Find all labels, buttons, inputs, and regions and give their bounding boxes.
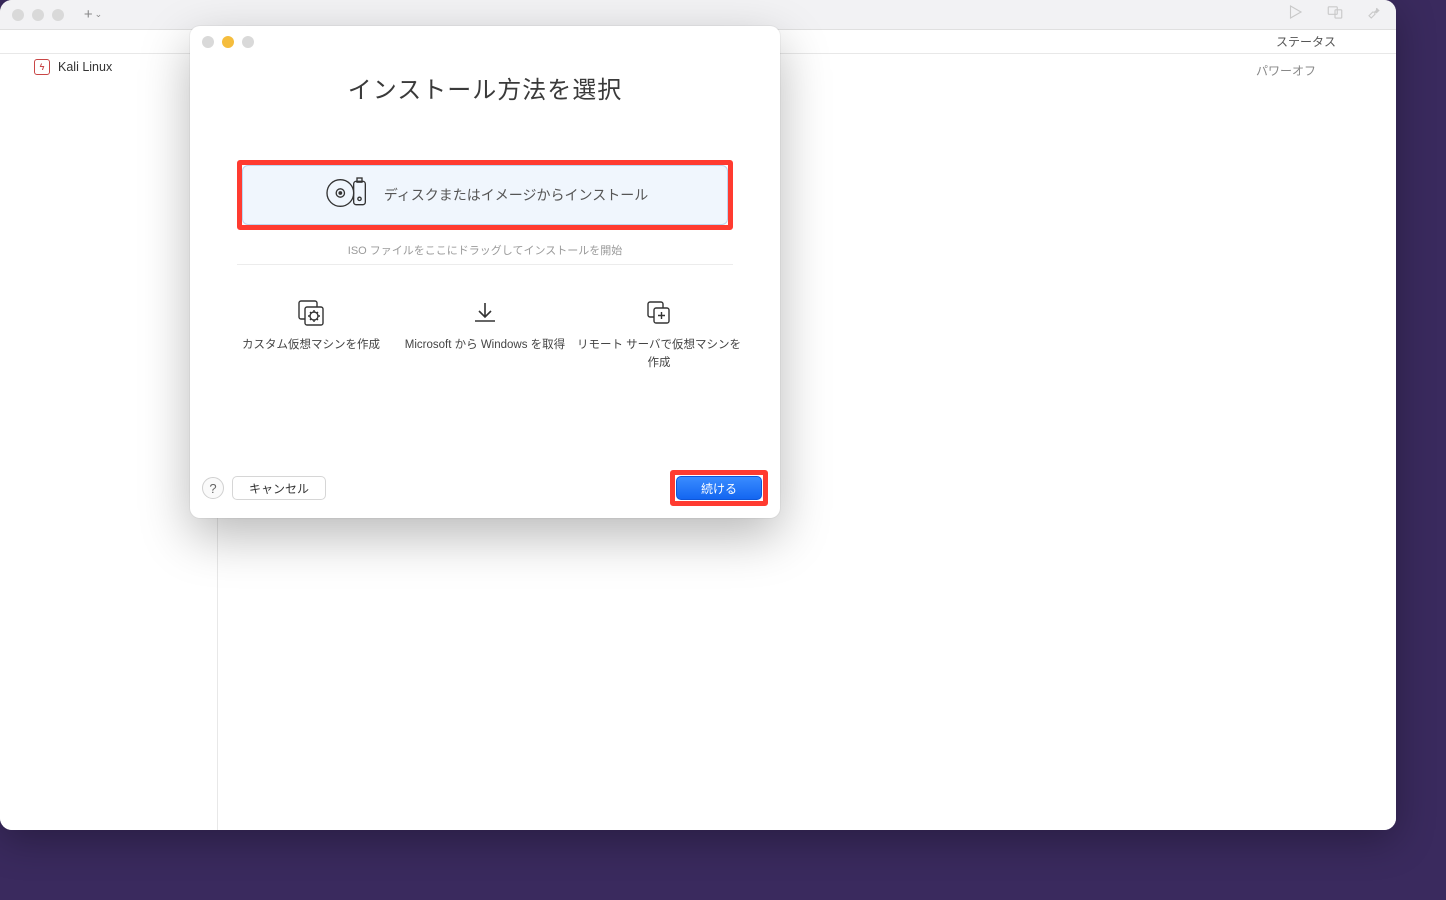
gear-box-icon	[297, 299, 325, 327]
iso-drag-hint: ISO ファイルをここにドラッグしてインストールを開始	[190, 242, 780, 258]
cancel-button[interactable]: キャンセル	[232, 476, 326, 500]
layers-plus-icon	[645, 299, 673, 327]
chevron-down-icon: ⌄	[95, 9, 103, 20]
sheet-traffic-lights[interactable]	[190, 26, 780, 52]
status-column-header[interactable]: ステータス	[1276, 33, 1336, 50]
install-method-sheet: インストール方法を選択 ディスクまたはイメージからインストール ISO ファイル…	[190, 26, 780, 518]
plus-icon: +	[84, 6, 93, 23]
install-from-disk-option[interactable]: ディスクまたはイメージからインストール	[242, 165, 728, 225]
option-custom-vm-label: カスタム仮想マシンを作成	[242, 337, 380, 355]
install-from-disk-label: ディスクまたはイメージからインストール	[384, 185, 648, 205]
help-button[interactable]: ?	[202, 477, 224, 499]
devices-icon[interactable]	[1326, 3, 1344, 26]
sheet-zoom-icon[interactable]	[242, 36, 254, 48]
sidebar-item-kali-linux[interactable]: ϟ Kali Linux	[0, 54, 217, 80]
sheet-minimize-icon[interactable]	[222, 36, 234, 48]
wrench-icon[interactable]	[1366, 3, 1384, 26]
zoom-window-icon[interactable]	[52, 9, 64, 21]
secondary-options-row: カスタム仮想マシンを作成 Microsoft から Windows を取得 リモ…	[190, 265, 780, 373]
help-icon: ?	[209, 481, 216, 496]
add-button[interactable]: + ⌄	[82, 4, 104, 26]
vm-name-label: Kali Linux	[58, 60, 112, 74]
option-remote-vm-label: リモート サーバで仮想マシンを作成	[574, 337, 744, 373]
sheet-footer: ? キャンセル 続ける	[190, 460, 780, 518]
option-get-windows[interactable]: Microsoft から Windows を取得	[400, 299, 570, 373]
vm-status-cell: パワーオフ	[1256, 62, 1316, 79]
sidebar: 仮想マシン ϟ Kali Linux	[0, 54, 218, 830]
continue-button[interactable]: 続ける	[676, 476, 762, 500]
close-window-icon[interactable]	[12, 9, 24, 21]
toolbar-right	[1286, 3, 1384, 26]
window-traffic-lights[interactable]	[12, 9, 64, 21]
highlight-continue: 続ける	[670, 470, 768, 506]
option-get-windows-label: Microsoft から Windows を取得	[405, 337, 565, 355]
play-icon[interactable]	[1286, 3, 1304, 26]
download-icon	[471, 299, 499, 327]
option-remote-vm[interactable]: リモート サーバで仮想マシンを作成	[574, 299, 744, 373]
kali-linux-icon: ϟ	[34, 59, 50, 75]
minimize-window-icon[interactable]	[32, 9, 44, 21]
highlight-install-from-disk: ディスクまたはイメージからインストール	[237, 160, 733, 230]
option-custom-vm[interactable]: カスタム仮想マシンを作成	[226, 299, 396, 373]
sheet-close-icon[interactable]	[202, 36, 214, 48]
sheet-title: インストール方法を選択	[190, 70, 780, 105]
disc-usb-icon	[322, 176, 372, 215]
